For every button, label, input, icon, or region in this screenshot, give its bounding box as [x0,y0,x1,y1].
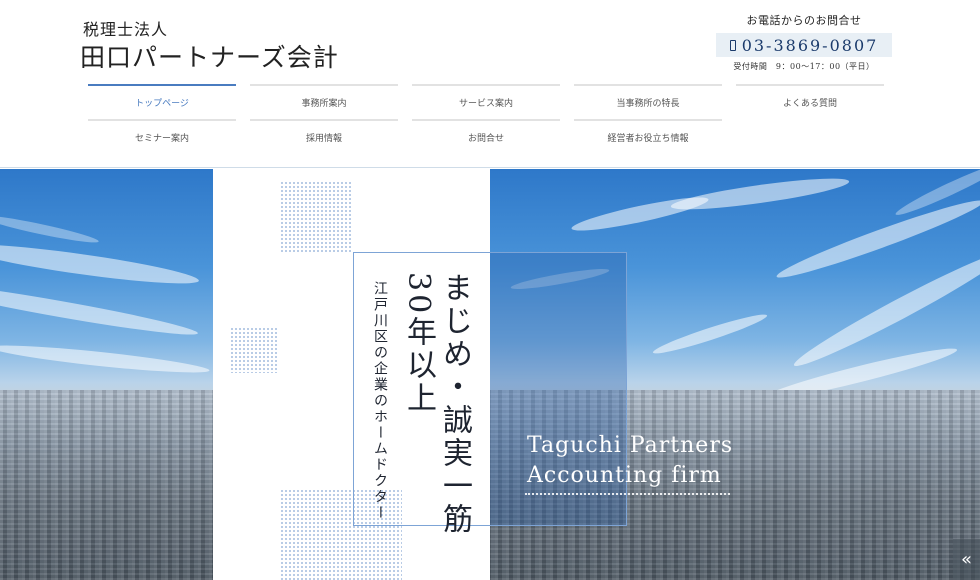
nav-item-top[interactable]: トップページ [88,84,236,119]
sub-catchphrase: 江戸川区の企業のホームドクター [372,281,388,521]
nav-item-seminar[interactable]: セミナー案内 [88,119,236,154]
logo-title[interactable]: 田口パートナーズ会計 [80,38,339,74]
nav-item-recruit[interactable]: 採用情報 [250,119,398,154]
english-firm-name: Taguchi Partners Accounting firm [527,431,733,491]
english-name-line-1: Taguchi Partners [527,433,734,458]
nav-item-office[interactable]: 事務所案内 [250,84,398,119]
phone-link[interactable]: 03-3869-0807 [716,33,892,57]
global-nav: トップページ 事務所案内 サービス案内 当事務所の特長 よくある質問 セミナー案… [88,84,885,154]
phone-icon [729,39,736,51]
dot-pattern [230,327,278,373]
main-catchphrase: まじめ・誠実一筋30年以上 [401,272,472,536]
nav-item-faq[interactable]: よくある質問 [736,84,884,119]
logo-subtitle: 税理士法人 [83,20,169,39]
hero-section: まじめ・誠実一筋30年以上 江戸川区の企業のホームドクター Taguchi Pa… [0,169,980,580]
nav-item-features[interactable]: 当事務所の特長 [574,84,722,119]
phone-number: 03-3869-0807 [741,35,879,55]
dotted-underline [525,493,730,495]
page-top-button[interactable]: « [953,539,980,580]
nav-item-contact[interactable]: お問合せ [412,119,560,154]
business-hours: 受付時間 9：00～17：00（平日） [733,62,875,71]
nav-row-1: トップページ 事務所案内 サービス案内 当事務所の特長 よくある質問 [88,84,885,119]
contact-block: お電話からのお問合せ 03-3869-0807 受付時間 9：00～17：00（… [716,12,892,72]
dot-pattern [280,181,352,253]
nav-item-management-info[interactable]: 経営者お役立ち情報 [574,119,722,154]
nav-row-2: セミナー案内 採用情報 お問合せ 経営者お役立ち情報 [88,119,885,154]
contact-label: お電話からのお問合せ [746,14,862,27]
english-name-line-2: Accounting firm [527,463,722,488]
nav-item-services[interactable]: サービス案内 [412,84,560,119]
site-header: 税理士法人 田口パートナーズ会計 お電話からのお問合せ 03-3869-0807… [0,0,980,168]
